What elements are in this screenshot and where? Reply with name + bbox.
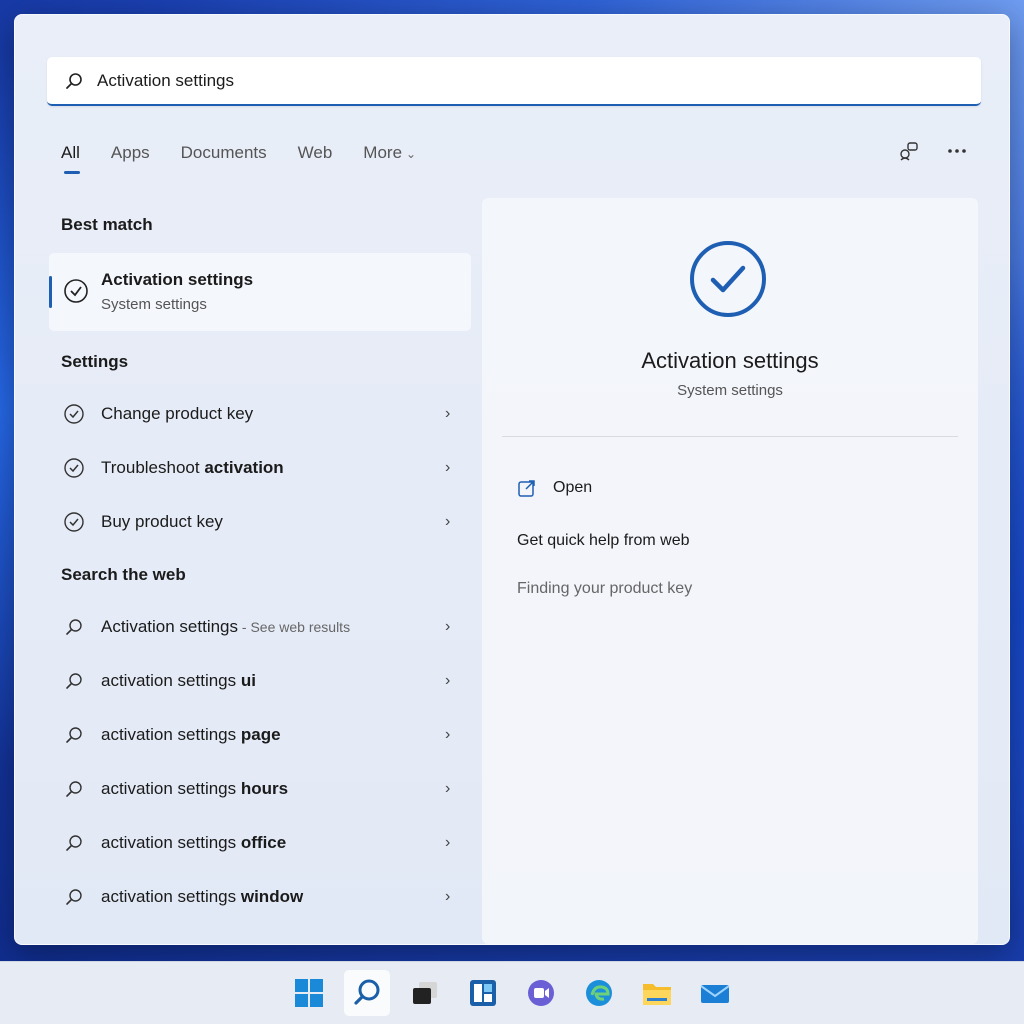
selection-indicator (49, 276, 52, 308)
check-circle-icon (63, 511, 85, 533)
list-item-label: Change product key (101, 404, 254, 423)
chevron-right-icon: › (445, 405, 451, 422)
best-match-subtitle: System settings (101, 296, 207, 313)
chevron-right-icon: › (445, 672, 451, 689)
search-icon (63, 778, 85, 800)
chevron-right-icon: › (445, 834, 451, 851)
header-actions (897, 139, 969, 163)
search-icon (63, 832, 85, 854)
section-settings: Settings (61, 352, 129, 371)
list-item-label: Buy product key (101, 512, 223, 531)
open-action[interactable]: Open (517, 478, 592, 498)
list-item-label: activation settings page (101, 725, 281, 744)
more-options-icon[interactable] (945, 139, 969, 163)
tab-more[interactable]: More ⌄ (363, 141, 416, 171)
search-icon (63, 724, 85, 746)
settings-item-buy-product-key[interactable]: Buy product key › (49, 500, 471, 544)
filter-tabs: All Apps Documents Web More ⌄ (61, 141, 447, 174)
web-result-hours[interactable]: activation settings hours › (49, 767, 471, 811)
best-match-title: Activation settings (101, 270, 254, 289)
chat-icon[interactable] (518, 970, 564, 1016)
divider (502, 436, 958, 437)
list-item-label: Activation settings - See web results (101, 617, 351, 636)
check-circle-icon (63, 457, 85, 479)
web-result-activation-settings[interactable]: Activation settings - See web results › (49, 605, 471, 649)
chevron-right-icon: › (445, 459, 451, 476)
settings-item-troubleshoot-activation[interactable]: Troubleshoot activation › (49, 446, 471, 490)
open-external-icon (517, 478, 537, 498)
tab-apps[interactable]: Apps (111, 141, 150, 171)
section-best-match: Best match (61, 215, 153, 234)
web-result-window[interactable]: activation settings window › (49, 875, 471, 919)
web-result-ui[interactable]: activation settings ui › (49, 659, 471, 703)
search-icon (63, 616, 85, 638)
search-icon (63, 670, 85, 692)
list-item-label: activation settings hours (101, 779, 289, 798)
tab-all[interactable]: All (61, 141, 80, 174)
search-bar[interactable] (47, 57, 981, 106)
finding-product-key-link[interactable]: Finding your product key (517, 580, 692, 598)
task-view-icon[interactable] (402, 970, 448, 1016)
list-item-label: activation settings ui (101, 671, 256, 690)
chevron-right-icon: › (445, 780, 451, 797)
web-result-office[interactable]: activation settings office › (49, 821, 471, 865)
list-item-label: activation settings office (101, 833, 287, 852)
search-icon (63, 886, 85, 908)
list-item-label: activation settings window (101, 887, 304, 906)
search-input[interactable] (97, 70, 981, 91)
widgets-icon[interactable] (460, 970, 506, 1016)
list-item-label: Troubleshoot activation (101, 458, 284, 477)
search-icon[interactable] (344, 970, 390, 1016)
check-circle-icon (63, 278, 89, 309)
preview-subtitle: System settings (677, 382, 783, 399)
preview-pane: Activation settings System settings Open… (482, 198, 978, 944)
account-switch-icon[interactable] (897, 139, 921, 163)
chevron-right-icon: › (445, 618, 451, 635)
mail-icon[interactable] (692, 970, 738, 1016)
chevron-right-icon: › (445, 726, 451, 743)
file-explorer-icon[interactable] (634, 970, 680, 1016)
chevron-right-icon: › (445, 513, 451, 530)
search-icon (65, 71, 85, 91)
web-result-page[interactable]: activation settings page › (49, 713, 471, 757)
preview-title: Activation settings (641, 348, 819, 373)
open-label: Open (553, 479, 593, 496)
settings-item-change-product-key[interactable]: Change product key › (49, 392, 471, 436)
edge-icon[interactable] (576, 970, 622, 1016)
chevron-right-icon: › (445, 888, 451, 905)
best-match-item[interactable]: Activation settings System settings (49, 253, 471, 331)
tab-documents[interactable]: Documents (181, 141, 267, 171)
start-icon[interactable] (286, 970, 332, 1016)
taskbar (0, 961, 1024, 1024)
check-circle-icon (687, 238, 769, 325)
get-quick-help-link[interactable]: Get quick help from web (517, 532, 690, 550)
tab-web[interactable]: Web (298, 141, 333, 171)
section-search-the-web: Search the web (61, 565, 186, 584)
chevron-down-icon: ⌄ (406, 147, 417, 161)
check-circle-icon (63, 403, 85, 425)
search-panel: All Apps Documents Web More⌄ Best match … (14, 14, 1010, 945)
